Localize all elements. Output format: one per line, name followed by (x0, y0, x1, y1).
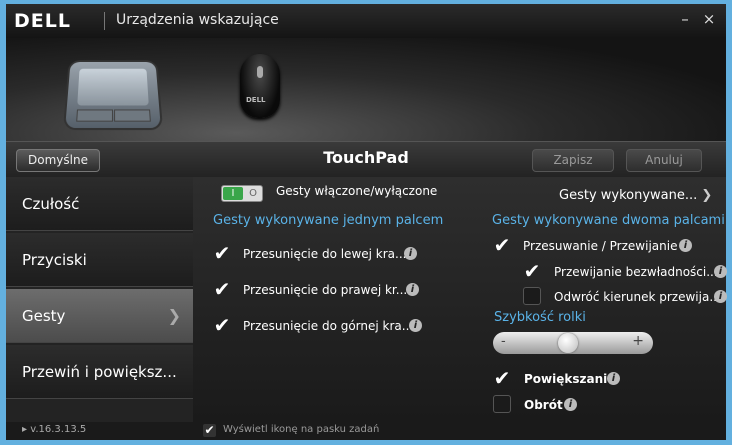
gestures-toggle[interactable]: I O (221, 185, 263, 202)
gestures-toggle-label: Gesty włączone/wyłączone (276, 184, 438, 198)
slider-thumb[interactable] (558, 333, 578, 353)
device-banner: DELL (6, 38, 726, 141)
swipe-left-label: Przesunięcie do lewej kra... (243, 247, 407, 261)
version-label: ▸ v.16.3.13.5 (22, 424, 86, 435)
swipe-right-checkbox[interactable]: ✔ (213, 279, 231, 299)
scroll-speed-slider[interactable]: - + (493, 332, 653, 354)
toolbar: Domyślne TouchPad Zapisz Anuluj (6, 141, 726, 178)
sidebar-item-label: Gesty (22, 307, 66, 325)
title-bar: DELL Urządzenia wskazujące – × (6, 4, 726, 38)
info-icon[interactable]: i (714, 265, 727, 278)
touchpad-device-icon[interactable] (65, 61, 161, 128)
save-button[interactable]: Zapisz (532, 149, 614, 172)
sidebar-item-label: Przyciski (22, 251, 87, 269)
chevron-right-icon: ❯ (701, 188, 713, 203)
dell-logo: DELL (14, 10, 71, 32)
inertia-checkbox[interactable]: ✔ (523, 261, 541, 281)
info-icon[interactable]: i (406, 283, 419, 296)
reverse-direction-checkbox[interactable] (523, 287, 541, 305)
scroll-checkbox[interactable]: ✔ (493, 235, 511, 255)
app-window: DELL Urządzenia wskazujące – × DELL Domy… (0, 0, 732, 445)
swipe-left-checkbox[interactable]: ✔ (213, 243, 231, 263)
footer: ✔ Wyświetl ikonę na pasku zadań (193, 422, 726, 440)
close-button[interactable]: × (700, 10, 718, 28)
info-icon[interactable]: i (607, 372, 620, 385)
scroll-speed-title: Szybkość rolki (494, 310, 586, 325)
swipe-top-label: Przesunięcie do górnej kra... (243, 319, 414, 333)
info-icon[interactable]: i (564, 398, 577, 411)
sidebar-item-label: Czułość (22, 195, 80, 213)
chevron-right-icon: ❯ (167, 306, 181, 325)
touchpad-left-button (76, 109, 113, 122)
performed-gestures-link[interactable]: Gesty wykonywane... ❯ (559, 188, 712, 203)
sidebar-item-label: Przewiń i powiększ... (22, 363, 177, 381)
sidebar-item-buttons[interactable]: Przyciski (6, 233, 193, 287)
slider-plus: + (632, 333, 644, 349)
info-icon[interactable]: i (409, 319, 422, 332)
rotate-checkbox[interactable] (493, 395, 511, 413)
title-separator (104, 12, 105, 30)
rotate-label: Obrót (524, 398, 563, 412)
mouse-device-icon[interactable]: DELL (240, 54, 280, 118)
minimize-button[interactable]: – (676, 10, 694, 28)
mouse-logo: DELL (246, 96, 266, 104)
performed-gestures-label: Gesty wykonywane... (559, 188, 698, 203)
tray-icon-checkbox[interactable]: ✔ (203, 424, 216, 437)
gestures-panel: I O Gesty włączone/wyłączone Gesty wykon… (193, 177, 727, 422)
swipe-right-label: Przesunięcie do prawej kr... (243, 283, 408, 297)
window-title: Urządzenia wskazujące (116, 12, 279, 28)
reverse-direction-label: Odwróć kierunek przewija... (554, 290, 721, 304)
info-icon[interactable]: i (714, 290, 727, 303)
mouse-wheel (257, 66, 263, 78)
slider-minus: - (501, 334, 506, 349)
play-icon: ▸ (22, 424, 31, 435)
page-title: TouchPad (323, 148, 409, 167)
two-finger-section-title: Gesty wykonywane dwoma palcami (492, 213, 725, 228)
version-text: v.16.3.13.5 (30, 424, 87, 435)
sidebar-footer: ▸ v.16.3.13.5 (6, 422, 193, 440)
touchpad-surface (77, 68, 149, 106)
sidebar-item-scroll-zoom[interactable]: Przewiń i powiększ... (6, 345, 193, 399)
sidebar-item-gestures[interactable]: Gesty ❯ (6, 289, 193, 343)
swipe-top-checkbox[interactable]: ✔ (213, 315, 231, 335)
info-icon[interactable]: i (404, 247, 417, 260)
sidebar-item-sensitivity[interactable]: Czułość (6, 177, 193, 231)
tray-icon-label: Wyświetl ikonę na pasku zadań (223, 424, 380, 435)
toggle-off-indicator: O (249, 188, 257, 199)
touchpad-right-button (114, 109, 151, 122)
sidebar: Czułość Przyciski Gesty ❯ Przewiń i powię… (6, 177, 193, 422)
inertia-label: Przewijanie bezwładności... (554, 265, 718, 279)
scroll-label: Przesuwanie / Przewijanie (523, 239, 678, 253)
cancel-button[interactable]: Anuluj (626, 149, 702, 172)
zoom-checkbox[interactable]: ✔ (493, 368, 511, 388)
toggle-on-indicator: I (223, 187, 243, 200)
info-icon[interactable]: i (679, 239, 692, 252)
one-finger-section-title: Gesty wykonywane jednym palcem (213, 213, 444, 228)
zoom-label: Powiększanie (524, 372, 616, 386)
